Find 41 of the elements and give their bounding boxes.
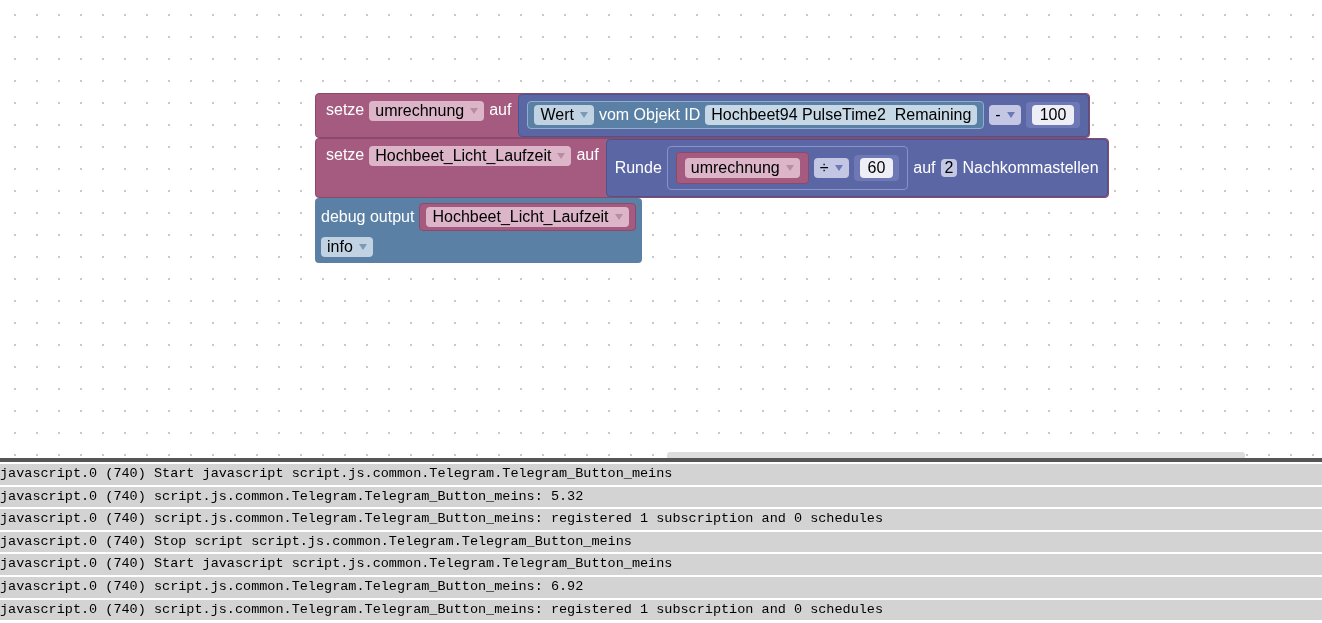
number-block[interactable]: 100 xyxy=(1025,102,1081,128)
math-block[interactable]: Wert vom Objekt ID Hochbeet94 PulseTime2 Remaining - 100 xyxy=(518,94,1090,137)
scrollbar[interactable] xyxy=(667,452,1245,458)
block-label: setze xyxy=(326,101,365,119)
dropdown-field[interactable]: umrechnung xyxy=(684,158,800,178)
dropdown-field[interactable]: Wert xyxy=(534,105,594,125)
math-block[interactable]: umrechnung ÷ 60 xyxy=(666,146,909,190)
debug-output-block[interactable]: debug output Hochbeet_Licht_Laufzeit info xyxy=(315,198,642,263)
number-block[interactable]: 60 xyxy=(853,155,900,181)
math-block[interactable]: Runde umrechnung ÷ 60 auf 2 Nachkommastellen xyxy=(605,139,1108,197)
dropdown-field[interactable]: Hochbeet_Licht_Laufzeit xyxy=(369,146,572,166)
block-label: Nachkommastellen xyxy=(962,159,1099,177)
block-label: Runde xyxy=(614,159,662,177)
caret-icon xyxy=(1006,112,1015,118)
caret-icon xyxy=(614,214,623,220)
input-field[interactable]: 60 xyxy=(859,158,894,178)
dropdown-field[interactable]: Hochbeet_Licht_Laufzeit xyxy=(426,207,629,227)
caret-icon xyxy=(470,108,479,114)
caret-icon xyxy=(579,112,588,118)
dropdown-field[interactable]: - xyxy=(989,105,1021,125)
set-variable-block[interactable]: setze Hochbeet_Licht_Laufzeit auf Runde umrechnung ÷ 60 auf 2 Nachkommastellen xyxy=(315,138,1109,198)
caret-icon xyxy=(785,165,794,171)
block-label: vom Objekt ID xyxy=(598,106,701,124)
dropdown-field[interactable]: ÷ xyxy=(813,158,849,178)
input-field[interactable]: Hochbeet94 PulseTime2 Remaining xyxy=(705,105,978,125)
block-label: debug output xyxy=(321,208,415,226)
block-label: setze xyxy=(326,146,365,164)
block-label: auf xyxy=(913,159,936,177)
dropdown-field[interactable]: umrechnung xyxy=(369,101,485,121)
variable-block[interactable]: Hochbeet_Licht_Laufzeit xyxy=(419,203,636,231)
caret-icon xyxy=(557,153,566,159)
dropdown-field[interactable]: info xyxy=(321,237,373,257)
get-value-block[interactable]: Wert vom Objekt ID Hochbeet94 PulseTime2 Remaining xyxy=(527,101,985,129)
input-field[interactable]: 2 xyxy=(940,159,958,177)
caret-icon xyxy=(834,165,843,171)
caret-icon xyxy=(358,244,367,250)
input-field[interactable]: 100 xyxy=(1031,105,1075,125)
set-variable-block[interactable]: setze umrechnung auf Wert vom Objekt ID Hochbeet94 PulseTime2 Remaining - 100 xyxy=(315,93,1091,138)
block-label: auf xyxy=(576,146,599,164)
variable-block[interactable]: umrechnung xyxy=(675,152,809,184)
block-label: auf xyxy=(489,101,512,119)
